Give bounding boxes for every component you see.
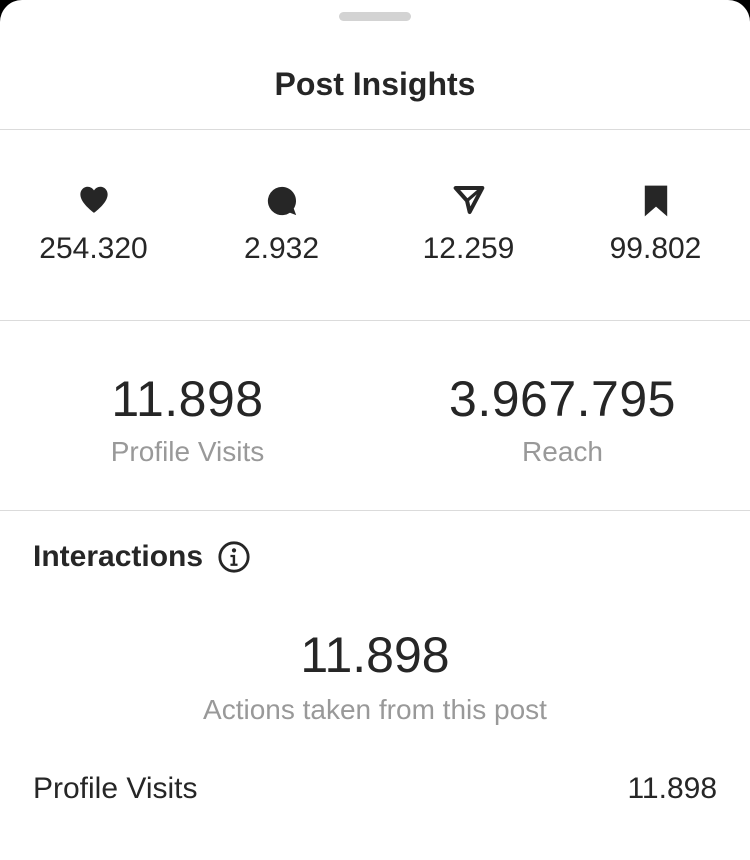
interactions-subtitle: Actions taken from this post <box>203 694 547 725</box>
share-icon <box>453 186 484 214</box>
interactions-total: 11.898 Actions taken from this post <box>0 626 750 726</box>
reach-value: 3.967.795 <box>449 371 676 427</box>
profile-visits-value: 11.898 <box>111 371 264 427</box>
page-title: Post Insights <box>274 66 476 102</box>
likes-count: 254.320 <box>39 232 148 265</box>
saves-stat: 99.802 <box>562 184 749 266</box>
comments-count: 2.932 <box>243 232 320 265</box>
bookmark-icon <box>644 185 667 217</box>
comment-icon <box>267 186 296 216</box>
likes-stat: 254.320 <box>0 184 187 266</box>
divider <box>0 510 750 511</box>
interaction-row-profile-visits: Profile Visits 11.898 <box>33 772 717 806</box>
interactions-heading: Interactions <box>33 540 251 574</box>
insights-sheet: Post Insights 254.320 2.932 12.259 99.80… <box>0 0 750 860</box>
profile-visits-summary: 11.898 Profile Visits <box>0 370 375 468</box>
divider <box>0 129 750 130</box>
heart-icon <box>79 186 108 213</box>
profile-visits-label: Profile Visits <box>110 436 265 467</box>
interactions-total-value: 11.898 <box>300 627 450 683</box>
reach-label: Reach <box>522 436 603 467</box>
sheet-grabber[interactable] <box>339 12 411 21</box>
comments-stat: 2.932 <box>188 184 375 266</box>
interaction-row-value: 11.898 <box>627 772 717 805</box>
interactions-title: Interactions <box>33 540 204 573</box>
shares-stat: 12.259 <box>375 184 562 266</box>
interaction-row-label: Profile Visits <box>33 772 198 805</box>
shares-count: 12.259 <box>422 232 515 265</box>
info-icon[interactable] <box>217 540 251 574</box>
saves-count: 99.802 <box>609 232 702 265</box>
reach-summary: 3.967.795 Reach <box>375 370 750 468</box>
divider <box>0 320 750 321</box>
